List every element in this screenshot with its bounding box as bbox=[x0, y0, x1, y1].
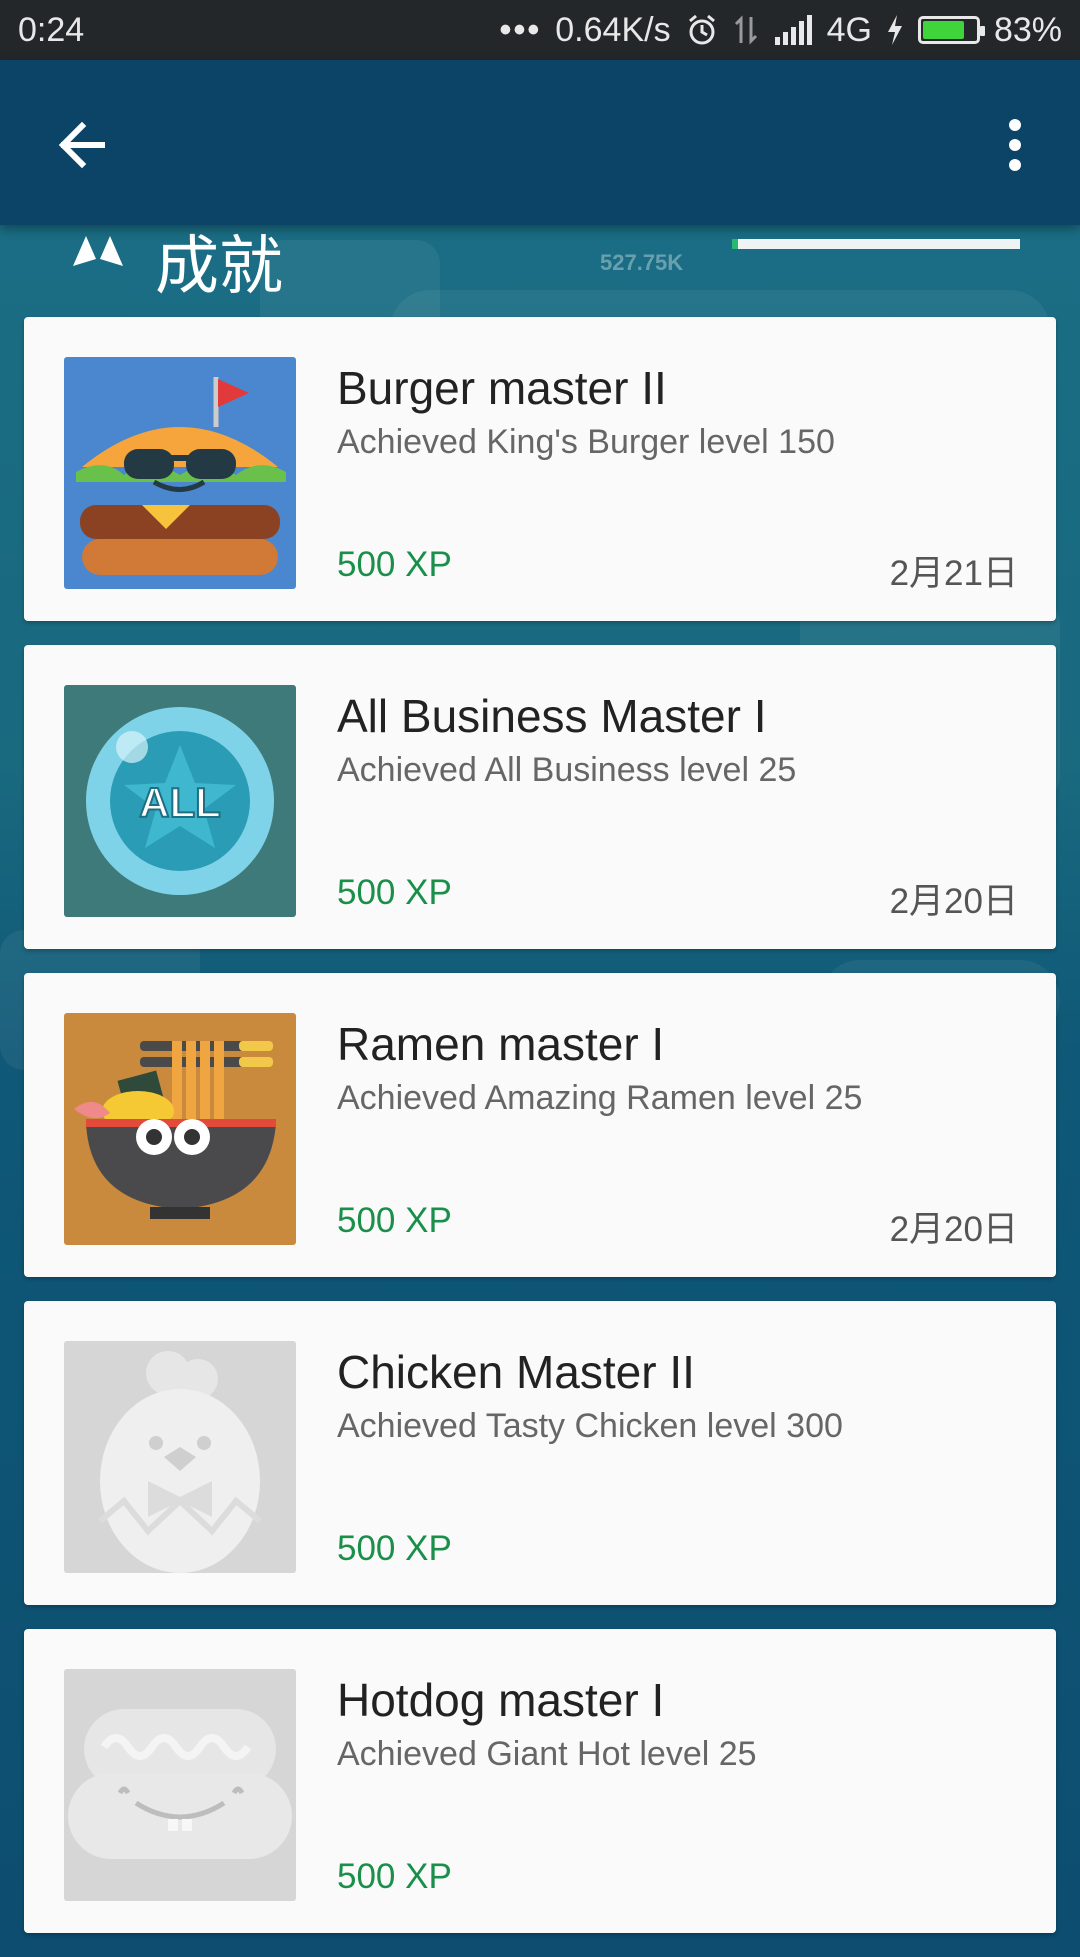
signal-icon bbox=[774, 15, 812, 45]
achievement-card[interactable]: Hotdog master I Achieved Giant Hot level… bbox=[24, 1629, 1056, 1933]
achievement-title: Ramen master I bbox=[337, 1018, 665, 1070]
achievement-card[interactable]: ALL All Business Master I Achieved All B… bbox=[24, 645, 1056, 949]
achievement-date: 2月20日 bbox=[889, 1210, 1018, 1249]
network-type: 4G bbox=[826, 10, 872, 49]
achievements-header: 成就 527.75K bbox=[0, 225, 1080, 302]
achievement-xp: 500 XP bbox=[337, 1857, 452, 1896]
achievement-description: Achieved All Business level 25 bbox=[337, 751, 797, 789]
burger-icon bbox=[64, 357, 296, 589]
achievement-description: Achieved Amazing Ramen level 25 bbox=[337, 1079, 863, 1117]
achievement-xp: 500 XP bbox=[337, 545, 452, 584]
achievement-xp: 500 XP bbox=[337, 873, 452, 912]
achievement-title: Chicken Master II bbox=[337, 1346, 695, 1398]
data-transfer-icon bbox=[734, 15, 757, 45]
status-time: 0:24 bbox=[18, 10, 85, 49]
achievement-card[interactable]: Chicken Master II Achieved Tasty Chicken… bbox=[24, 1301, 1056, 1605]
app-bar bbox=[0, 60, 1080, 225]
achievement-description: Achieved Tasty Chicken level 300 bbox=[337, 1407, 843, 1445]
achievement-progress-bar bbox=[732, 239, 1020, 249]
network-speed: 0.64K/s bbox=[555, 10, 671, 49]
achievement-title: All Business Master I bbox=[337, 690, 767, 742]
achievement-title: Burger master II bbox=[337, 362, 667, 414]
battery-icon bbox=[917, 16, 985, 44]
achievement-list: Burger master II Achieved King's Burger … bbox=[24, 317, 1056, 1957]
achievement-title: Hotdog master I bbox=[337, 1674, 665, 1726]
achievement-xp: 500 XP bbox=[337, 1201, 452, 1240]
battery-percent: 83% bbox=[993, 10, 1062, 49]
status-bar: 0:24 ••• 0.64K/s 4G 83% bbox=[0, 0, 1080, 60]
hotdog-icon bbox=[64, 1669, 296, 1901]
back-button[interactable] bbox=[50, 115, 120, 175]
all-star-coin-icon: ALL bbox=[64, 685, 296, 917]
achievement-description: Achieved Giant Hot level 25 bbox=[337, 1735, 757, 1773]
alarm-icon bbox=[688, 14, 715, 45]
achievement-card[interactable]: Burger master II Achieved King's Burger … bbox=[24, 317, 1056, 621]
ramen-bowl-icon bbox=[64, 1013, 296, 1245]
svg-text:ALL: ALL bbox=[139, 779, 221, 826]
achievement-card[interactable]: Ramen master I Achieved Amazing Ramen le… bbox=[24, 973, 1056, 1277]
achievement-progress-fill bbox=[732, 239, 738, 249]
arrow-left-icon bbox=[58, 121, 105, 169]
achievement-date: 2月20日 bbox=[889, 882, 1018, 921]
achievement-date: 2月21日 bbox=[889, 554, 1018, 593]
chicken-icon bbox=[64, 1341, 296, 1573]
achievement-description: Achieved King's Burger level 150 bbox=[337, 423, 835, 461]
page-title: 成就 bbox=[155, 230, 283, 302]
more-notifications-icon: ••• bbox=[499, 10, 542, 49]
more-vert-icon bbox=[1009, 119, 1021, 171]
coin-score: 527.75K bbox=[600, 250, 684, 275]
medal-icon bbox=[73, 236, 123, 266]
achievement-xp: 500 XP bbox=[337, 1529, 452, 1568]
more-options-button[interactable] bbox=[990, 115, 1040, 175]
charging-icon bbox=[887, 15, 902, 45]
